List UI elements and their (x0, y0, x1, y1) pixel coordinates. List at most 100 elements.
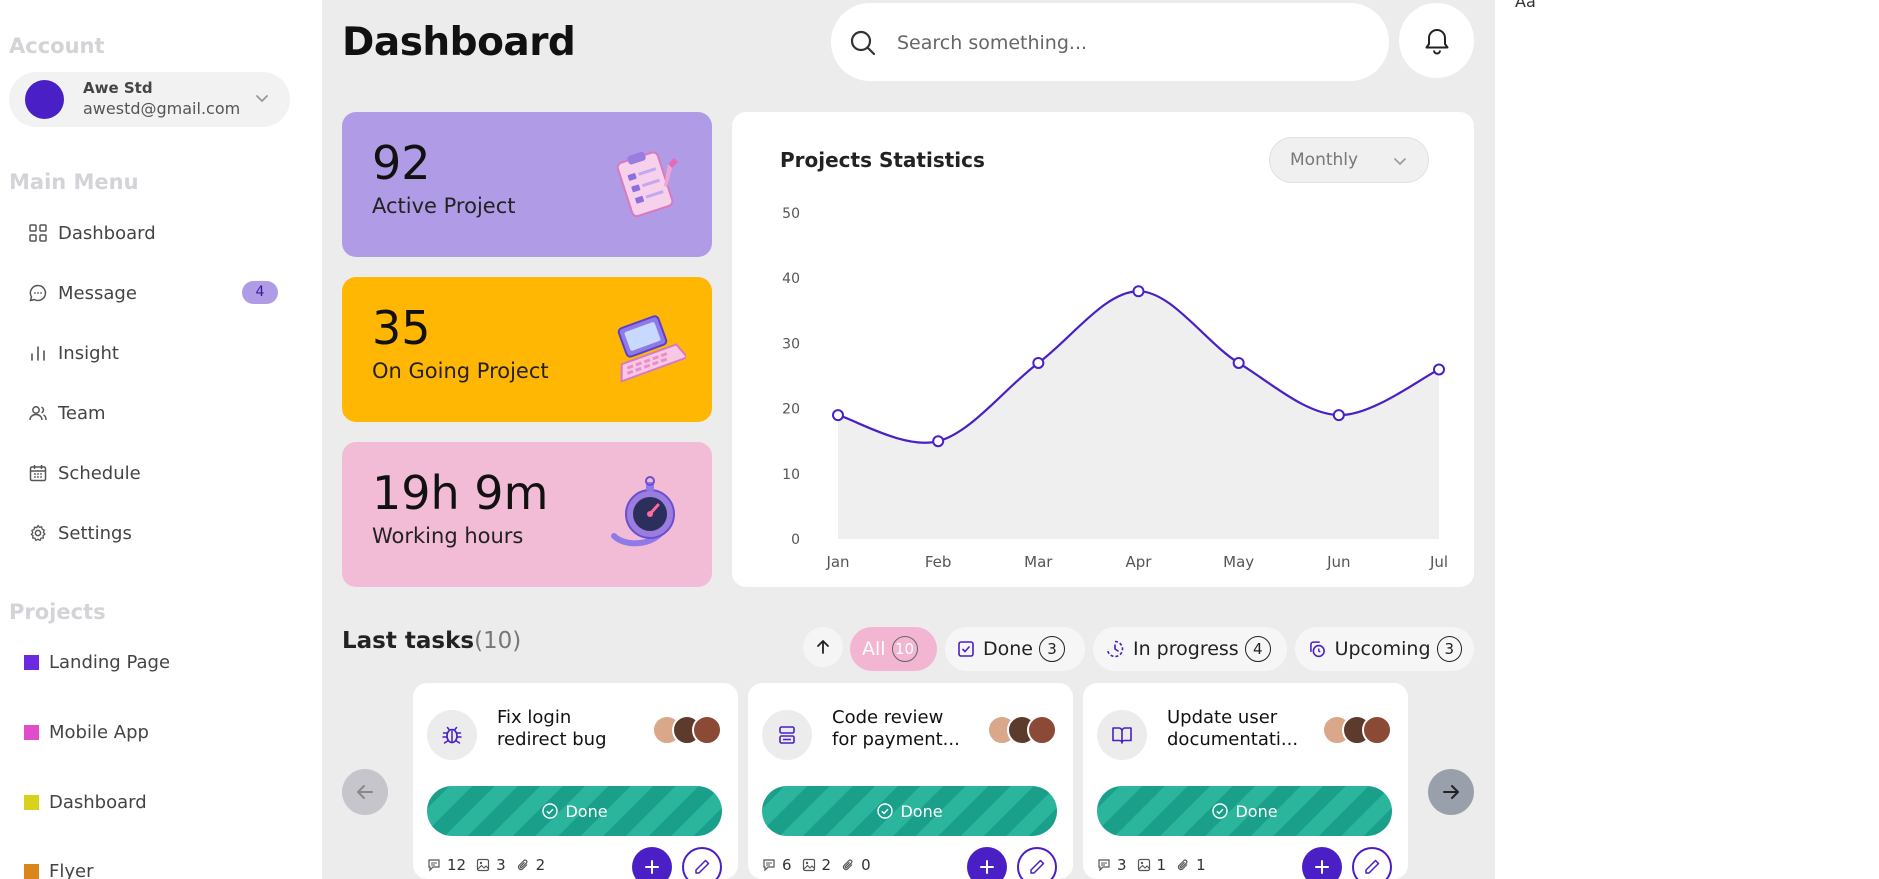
sidebar-item-team[interactable]: Team (28, 395, 278, 431)
filter-in-progress[interactable]: In progress 4 (1093, 627, 1287, 671)
filter-upcoming[interactable]: Upcoming 3 (1295, 627, 1474, 671)
sidebar-item-label: Insight (58, 342, 119, 364)
project-label: Dashboard (49, 791, 147, 813)
progress-clock-icon (1106, 640, 1124, 658)
pencil-icon (695, 859, 710, 874)
next-tasks-button[interactable] (1428, 769, 1474, 815)
upcoming-icon (1310, 641, 1325, 658)
data-point (932, 435, 945, 448)
sidebar-item-label: Dashboard (58, 222, 156, 244)
x-tick-label: Jan (825, 553, 849, 571)
image-count: 3 (476, 856, 506, 874)
sidebar-project-mobile-app[interactable]: Mobile App (24, 717, 149, 747)
comment-count: 6 (762, 856, 792, 874)
filter-done[interactable]: Done 3 (945, 627, 1085, 671)
sidebar-item-label: Team (58, 402, 106, 424)
check-circle-icon (877, 803, 894, 819)
paperclip-icon (517, 859, 528, 871)
search-input[interactable] (897, 27, 1357, 59)
projects-section-title: Projects (9, 600, 106, 624)
sidebar-item-message[interactable]: Message 4 (28, 275, 278, 311)
pencil-icon (1030, 859, 1045, 874)
attachment-count: 2 (516, 856, 545, 874)
tasks-title-text: Last tasks (342, 628, 475, 654)
task-title-line-2: documentati... (1167, 729, 1299, 750)
notifications-button[interactable] (1399, 3, 1474, 78)
status-badge: Done (1097, 786, 1392, 836)
comment-count: 3 (1097, 856, 1127, 874)
add-button[interactable] (632, 847, 672, 879)
sidebar-item-label: Message (58, 282, 137, 304)
previous-tasks-button[interactable] (342, 769, 388, 815)
filter-label: All (862, 638, 886, 660)
stat-card-working-hours: 19h 9m Working hours (342, 442, 712, 587)
filter-count: 4 (1244, 636, 1271, 662)
app: Account Awe Std awestd@gmail.com Main Me… (0, 0, 1879, 879)
add-button[interactable] (1302, 847, 1342, 879)
sidebar-project-landing-page[interactable]: Landing Page (24, 647, 170, 677)
clipboard-icon (616, 151, 678, 218)
image-icon (802, 858, 815, 872)
check-square-icon (958, 641, 974, 657)
account-switcher[interactable]: Awe Std awestd@gmail.com (9, 72, 290, 127)
task-icon-circle (762, 710, 812, 760)
sidebar-item-label: Settings (58, 522, 132, 544)
edit-button[interactable] (1352, 847, 1392, 879)
chevron-down-icon (256, 95, 268, 103)
add-button[interactable] (967, 847, 1007, 879)
grid-icon (28, 223, 48, 243)
search-bar[interactable] (831, 3, 1389, 81)
check-circle-icon (542, 803, 559, 819)
sidebar-item-settings[interactable]: Settings (28, 515, 278, 551)
task-title-line-2: for payment... (832, 729, 960, 750)
comment-icon (1098, 859, 1110, 872)
filter-all[interactable]: All 10 (850, 627, 937, 671)
comment-count-value: 3 (1117, 856, 1127, 874)
task-title-line-1: Code review (832, 707, 944, 728)
attachment-count: 0 (841, 856, 871, 874)
book-icon (1112, 727, 1132, 744)
filter-label: Done (983, 638, 1033, 660)
sidebar-project-flyer[interactable]: Flyer (24, 856, 93, 879)
project-color-swatch (24, 794, 39, 810)
plus-icon (980, 860, 994, 874)
data-point (1032, 356, 1045, 369)
task-card[interactable]: Fix login redirect bug Done 12 3 2 (413, 683, 738, 879)
task-card[interactable]: Code review for payment... Done 6 2 0 (748, 683, 1073, 879)
bell-icon (1425, 28, 1448, 54)
laptop-icon (617, 315, 686, 383)
task-meta: 6 2 0 (762, 855, 881, 875)
attachment-count: 1 (1176, 856, 1206, 874)
edit-button[interactable] (682, 847, 722, 879)
image-count: 2 (802, 856, 831, 874)
page-title: Dashboard (342, 20, 576, 65)
comment-icon (428, 859, 440, 872)
filter-count: 3 (1039, 636, 1065, 662)
sidebar-item-insight[interactable]: Insight (28, 335, 278, 371)
message-count-badge: 4 (242, 281, 278, 304)
sidebar-item-dashboard[interactable]: Dashboard (28, 215, 278, 251)
x-tick-label: Jul (1429, 553, 1448, 571)
x-tick-label: Apr (1126, 553, 1153, 571)
sidebar-project-dashboard[interactable]: Dashboard (24, 787, 147, 817)
sort-button[interactable] (803, 627, 843, 667)
data-point (1232, 356, 1245, 369)
stat-label: On Going Project (372, 359, 549, 383)
search-icon (850, 30, 876, 56)
status-badge: Done (762, 786, 1057, 836)
stat-card-on-going-project: 35 On Going Project (342, 277, 712, 422)
assignee-avatars (652, 715, 722, 747)
x-tick-label: May (1223, 553, 1254, 571)
paperclip-icon (1178, 859, 1188, 871)
task-card[interactable]: Update user documentati... Done 3 1 1 (1083, 683, 1408, 879)
task-title-line-2: redirect bug (497, 729, 607, 750)
project-color-swatch (24, 863, 39, 879)
task-title: Fix login redirect bug (497, 707, 647, 751)
comment-count-value: 12 (447, 856, 467, 874)
y-tick-label: 50 (782, 206, 800, 222)
y-tick-label: 10 (782, 467, 800, 483)
sidebar-item-schedule[interactable]: Schedule (28, 455, 278, 491)
edit-button[interactable] (1017, 847, 1057, 879)
corner-text: Aa (1515, 0, 1536, 11)
check-circle-icon (1212, 803, 1229, 819)
